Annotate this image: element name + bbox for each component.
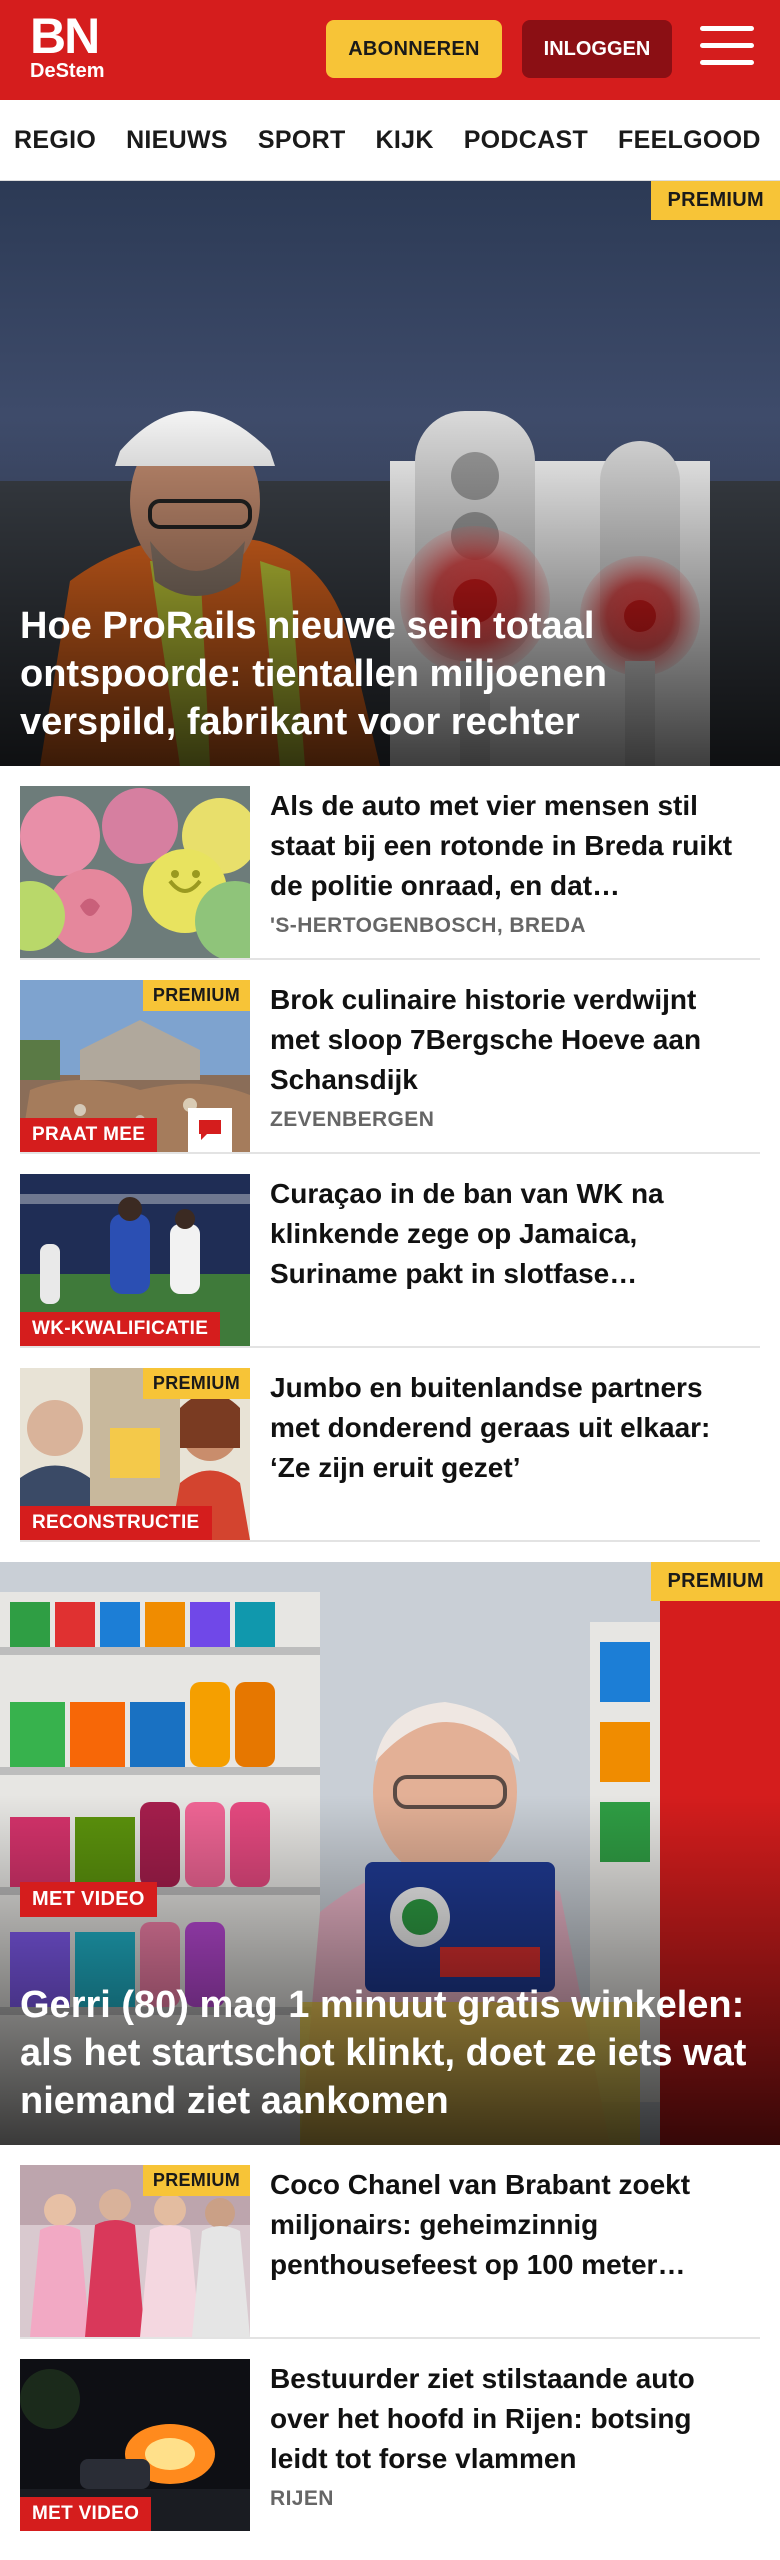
article-location: RIJEN	[270, 2487, 334, 2510]
article-title[interactable]: Jumbo en buitenlandse partners met donde…	[270, 1368, 740, 1488]
praat-mee-label: PRAAT MEE	[20, 1118, 158, 1152]
list-item[interactable]: PREMIUM Coco Chanel van Brabant zoekt mi…	[20, 2145, 760, 2339]
nav-item-kijk[interactable]: KIJK	[376, 126, 434, 155]
list-item[interactable]: PREMIUM PRAAT MEE Brok culinaire histori…	[20, 960, 760, 1154]
article-thumbnail: PREMIUM	[20, 2165, 250, 2337]
top-bar: BN DeStem ABONNEREN INLOGGEN	[0, 0, 780, 100]
lead-article-prorail[interactable]: PREMIUM Hoe ProRails nieuwe sein totaal …	[0, 181, 780, 766]
article-thumbnail: PREMIUM RECONSTRUCTIE	[20, 1368, 250, 1540]
list-item[interactable]: PREMIUM RECONSTRUCTIE Jumbo en buitenlan…	[20, 1348, 760, 1542]
nav-item-podcast[interactable]: PODCAST	[464, 126, 588, 155]
met-video-label: MET VIDEO	[20, 2497, 152, 2531]
nav-item-nieuws[interactable]: NIEUWS	[126, 126, 228, 155]
logo-main: BN	[30, 8, 100, 64]
article-title[interactable]: Brok culinaire historie verdwijnt met sl…	[270, 980, 740, 1100]
premium-badge: PREMIUM	[651, 181, 780, 220]
article-location: ZEVENBERGEN	[270, 1108, 435, 1131]
comment-icon	[188, 1108, 232, 1152]
premium-badge: PREMIUM	[651, 1562, 780, 1601]
subscribe-button[interactable]: ABONNEREN	[326, 20, 502, 78]
article-title[interactable]: Curaçao in de ban van WK na klinkende ze…	[270, 1174, 740, 1294]
login-button[interactable]: INLOGGEN	[522, 20, 672, 78]
list-item[interactable]: WK-KWALIFICATIE Curaçao in de ban van WK…	[20, 1154, 760, 1348]
wk-kwalificatie-label: WK-KWALIFICATIE	[20, 1312, 221, 1346]
lead-article-title[interactable]: Hoe ProRails nieuwe sein totaal ontspoor…	[20, 602, 750, 746]
article-thumbnail: PREMIUM PRAAT MEE	[20, 980, 250, 1152]
section-nav: REGIO NIEUWS SPORT KIJK PODCAST FEELGOOD…	[0, 100, 780, 181]
premium-badge: PREMIUM	[142, 980, 250, 1011]
article-thumbnail: MET VIDEO	[20, 2359, 250, 2531]
nav-item-sport[interactable]: SPORT	[258, 126, 346, 155]
logo-sub: DeStem	[30, 60, 105, 82]
list-item[interactable]: MET VIDEO Bestuurder ziet stilstaande au…	[20, 2339, 760, 2531]
article-thumbnail	[20, 786, 250, 958]
site-logo[interactable]: BN DeStem	[30, 8, 105, 82]
reconstructie-label: RECONSTRUCTIE	[20, 1506, 212, 1540]
article-location: 'S-HERTOGENBOSCH, BREDA	[270, 914, 586, 937]
premium-badge: PREMIUM	[142, 2165, 250, 2196]
article-title[interactable]: Coco Chanel van Brabant zoekt miljonairs…	[270, 2165, 740, 2285]
met-video-label: MET VIDEO	[20, 1882, 157, 1917]
article-title[interactable]: Bestuurder ziet stilstaande auto over he…	[270, 2359, 740, 2479]
list-item[interactable]: Als de auto met vier mensen stil staat b…	[20, 766, 760, 960]
article-title[interactable]: Als de auto met vier mensen stil staat b…	[270, 786, 740, 906]
menu-icon[interactable]	[700, 26, 754, 70]
premium-badge: PREMIUM	[142, 1368, 250, 1399]
nav-item-feelgood[interactable]: FEELGOOD	[618, 126, 761, 155]
lead-article-title[interactable]: Gerri (80) mag 1 minuut gratis winkelen:…	[20, 1981, 750, 2125]
nav-item-regio[interactable]: REGIO	[14, 126, 96, 155]
lead-article-gerri[interactable]: PREMIUM MET VIDEO Gerri (80) mag 1 minuu…	[0, 1562, 780, 2145]
article-thumbnail: WK-KWALIFICATIE	[20, 1174, 250, 1346]
